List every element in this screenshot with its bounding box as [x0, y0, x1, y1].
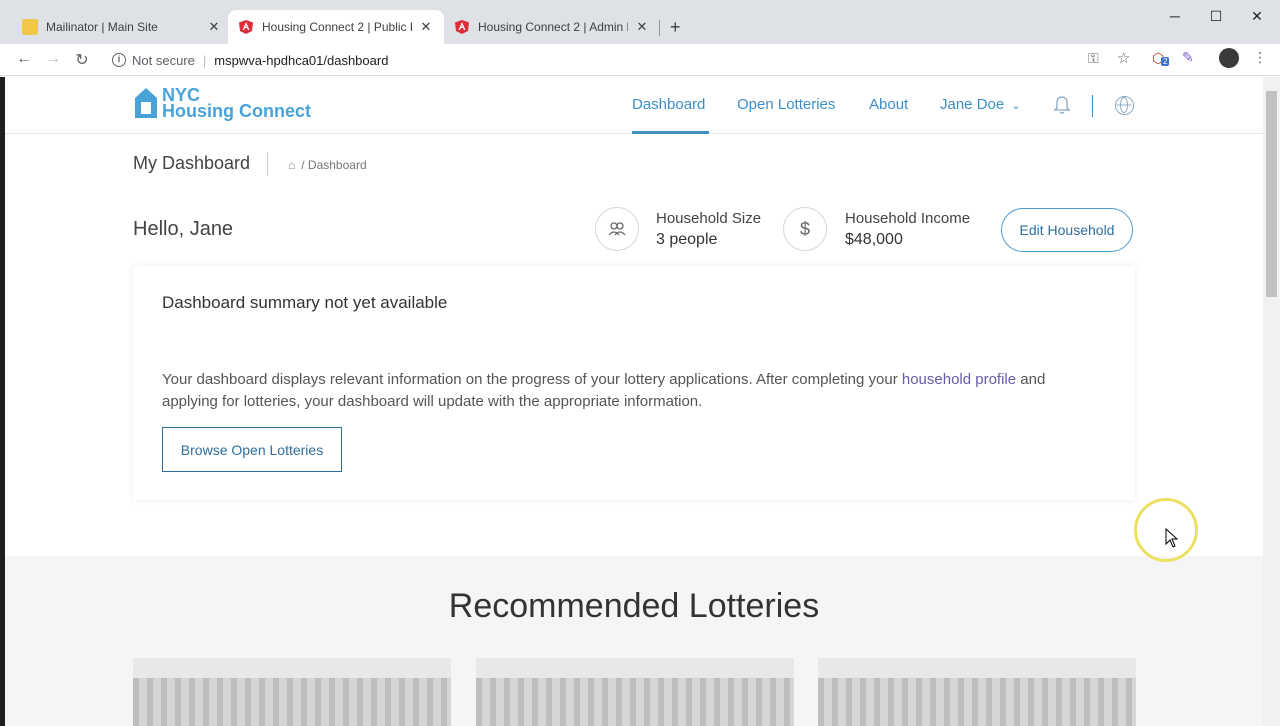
close-icon[interactable]: ✕	[418, 19, 434, 35]
bell-icon[interactable]	[1053, 95, 1071, 115]
breadcrumb: ⌂ / Dashboard	[288, 158, 367, 172]
household-profile-link[interactable]: household profile	[902, 371, 1016, 388]
title-divider	[267, 152, 268, 176]
household-size-label: Household Size	[656, 210, 762, 227]
household-size-value: 3 people	[656, 231, 718, 248]
key-icon[interactable]: ⚿	[1088, 50, 1099, 67]
maximize-icon[interactable]: ☐	[1201, 8, 1231, 25]
page-scrollbar[interactable]	[1263, 77, 1280, 726]
extension-badge: 2	[1161, 57, 1170, 66]
new-tab-icon[interactable]: +	[670, 17, 681, 38]
security-label: Not secure	[132, 52, 195, 68]
minimize-icon[interactable]: ─	[1160, 8, 1190, 24]
chevron-down-icon: ⌄	[1011, 100, 1021, 112]
house-logo-icon	[135, 88, 157, 118]
recommended-lotteries-heading: Recommended Lotteries	[448, 587, 820, 625]
summary-text-start: Your dashboard displays relevant informa…	[162, 371, 902, 388]
close-icon[interactable]: ✕	[634, 19, 650, 35]
summary-card-text: Your dashboard displays relevant informa…	[162, 369, 1092, 413]
pen-extension-icon[interactable]: ✎	[1182, 49, 1194, 66]
edit-household-button[interactable]: Edit Household	[1001, 208, 1133, 252]
browser-tab-bar: Mailinator | Main Site ✕ Housing Connect…	[0, 0, 1280, 44]
breadcrumb-current: / Dashboard	[301, 158, 367, 172]
extension-icon[interactable]: ⬡ 2	[1152, 50, 1170, 67]
omnibox[interactable]: i Not secure | mspwva-hpdhca01/dashboard	[104, 48, 1144, 72]
page-viewport: NYC Housing Connect Dashboard Open Lotte…	[5, 77, 1263, 726]
address-bar: ← → ↻ i Not secure | mspwva-hpdhca01/das…	[0, 44, 1280, 76]
home-icon[interactable]: ⌂	[288, 158, 295, 172]
globe-icon[interactable]	[1115, 96, 1134, 115]
angular-favicon-icon	[454, 19, 470, 35]
people-icon	[595, 207, 639, 251]
site-header: NYC Housing Connect Dashboard Open Lotte…	[5, 77, 1263, 134]
info-icon[interactable]: i	[112, 53, 126, 67]
household-income-value: $48,000	[845, 231, 903, 248]
window-close-icon[interactable]: ✕	[1242, 8, 1272, 25]
tab-mailinator[interactable]: Mailinator | Main Site ✕	[12, 10, 232, 44]
close-icon[interactable]: ✕	[206, 19, 222, 35]
nav-about[interactable]: About	[869, 96, 908, 113]
logo-line-2: Housing Connect	[162, 101, 311, 121]
mailinator-favicon-icon	[22, 19, 38, 35]
mouse-cursor-icon	[1165, 527, 1179, 548]
menu-kebab-icon[interactable]: ⋮	[1253, 49, 1267, 66]
lottery-card-image[interactable]	[476, 658, 794, 726]
summary-card-title: Dashboard summary not yet available	[162, 293, 448, 312]
tab-public-portal[interactable]: Housing Connect 2 | Public Porta ✕	[228, 10, 444, 44]
dashboard-main: My Dashboard ⌂ / Dashboard Hello, Jane H…	[5, 134, 1263, 556]
tab-title: Housing Connect 2 | Admin Porta	[478, 20, 628, 34]
browse-open-lotteries-button[interactable]: Browse Open Lotteries	[162, 427, 342, 472]
household-income-label: Household Income	[845, 210, 971, 227]
tab-admin-portal[interactable]: Housing Connect 2 | Admin Porta ✕	[444, 10, 660, 44]
nav-user-menu[interactable]: Jane Doe ⌄	[940, 96, 1021, 113]
tab-title: Housing Connect 2 | Public Porta	[262, 20, 412, 34]
nav-open-lotteries[interactable]: Open Lotteries	[737, 96, 835, 113]
greeting: Hello, Jane	[133, 218, 234, 240]
tab-separator	[659, 20, 660, 36]
profile-avatar[interactable]	[1219, 48, 1239, 68]
lottery-card-image[interactable]	[133, 658, 451, 726]
header-divider	[1092, 95, 1093, 117]
nav-dashboard[interactable]: Dashboard	[632, 96, 705, 113]
lottery-card-image[interactable]	[818, 658, 1136, 726]
angular-favicon-icon	[238, 19, 254, 35]
summary-card: Dashboard summary not yet available Your…	[133, 266, 1135, 500]
page-title: My Dashboard	[133, 153, 251, 173]
reload-icon[interactable]: ↻	[72, 50, 92, 70]
site-logo[interactable]: NYC Housing Connect	[135, 86, 311, 121]
forward-icon[interactable]: →	[43, 50, 63, 68]
dollar-icon: $	[783, 207, 827, 251]
back-icon[interactable]: ←	[14, 50, 34, 68]
omnibox-divider: |	[202, 52, 207, 68]
scrollbar-thumb[interactable]	[1266, 91, 1277, 297]
tab-title: Mailinator | Main Site	[46, 20, 158, 34]
url-text[interactable]: mspwva-hpdhca01/dashboard	[214, 53, 388, 68]
star-icon[interactable]: ☆	[1117, 49, 1130, 67]
user-name: Jane Doe	[940, 96, 1005, 113]
logo-text: NYC Housing Connect	[162, 86, 311, 121]
